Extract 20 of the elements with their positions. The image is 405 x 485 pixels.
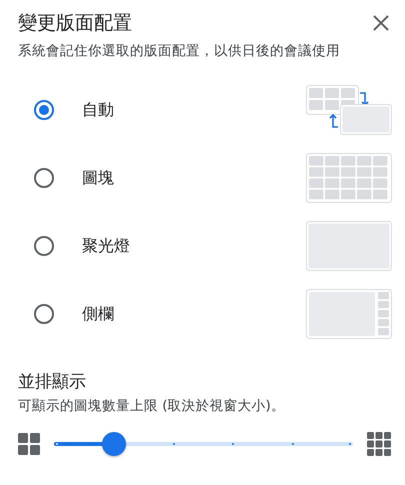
dialog-title: 變更版面配置 bbox=[18, 11, 132, 36]
section-title: 並排顯示 bbox=[18, 371, 87, 393]
tile-count-slider[interactable] bbox=[54, 431, 353, 457]
dialog-subtitle: 系統會記住你選取的版面配置，以供日後的會議使用 bbox=[18, 42, 341, 60]
radio-button[interactable] bbox=[34, 168, 54, 188]
layout-label: 圖塊 bbox=[82, 168, 115, 188]
many-tiles-icon bbox=[367, 432, 391, 456]
radio-button[interactable] bbox=[34, 100, 54, 120]
layout-label: 聚光燈 bbox=[82, 236, 131, 256]
few-tiles-icon bbox=[18, 433, 40, 455]
tiled-layout-icon bbox=[306, 153, 392, 203]
sidebar-layout-icon bbox=[306, 289, 392, 339]
spotlight-layout-icon bbox=[306, 221, 392, 271]
section-description: 可顯示的圖塊數量上限 (取決於視窗大小)。 bbox=[18, 397, 286, 415]
auto-layout-icon bbox=[306, 85, 392, 135]
layout-label: 自動 bbox=[82, 100, 115, 120]
slider-thumb[interactable] bbox=[102, 432, 126, 456]
radio-button[interactable] bbox=[34, 236, 54, 256]
layout-label: 側欄 bbox=[82, 304, 115, 324]
radio-button[interactable] bbox=[34, 304, 54, 324]
